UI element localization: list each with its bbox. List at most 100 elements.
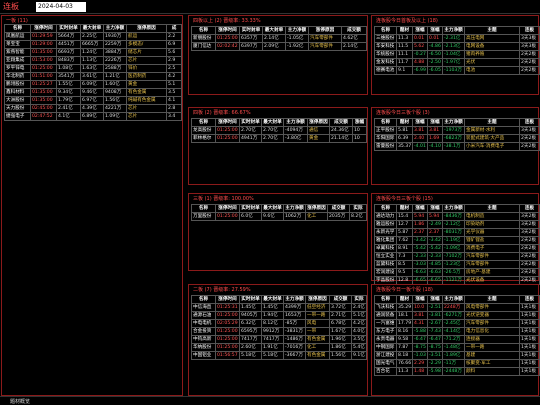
table-row[interactable]: 雅化集团 7.62 -3.42 -3.42 -1.19亿 锂矿锂盐 2天2板 [374, 236, 540, 245]
table-row[interactable]: 通润装备 18.1 3.81 -3.81 -6271万 光伏逆变器 1天1板 [374, 311, 540, 320]
column-header[interactable]: 成交额 [329, 118, 353, 127]
column-header[interactable]: 主题 [464, 118, 520, 127]
column-header[interactable]: 涨停时间 [30, 24, 57, 33]
table-row[interactable]: 国光电气 76.66 2.29 -2.29 -11万 核聚变·军工 1天1板 [374, 359, 540, 368]
table-row[interactable]: 捷强电子 02:47:52 4.1亿 6.89亿 1.09亿 芯片 3.4 [4, 112, 182, 121]
column-header[interactable]: 名称 [191, 26, 216, 35]
table-row[interactable]: 紫燕智能 01:35:00 6693万 1.24亿 3884万 储芯片 5.6 [4, 48, 182, 57]
column-header[interactable]: 涨幅 [427, 204, 443, 213]
column-header[interactable]: 题材 [396, 295, 413, 304]
table-row[interactable]: 大洲股份 01:35:00 1.79亿 6.97亿 1.56亿 纯碱有色金属 4.1 [4, 96, 182, 105]
table-row[interactable]: 宏润建设 9.5 -6.63 -6.63 -26.5万 房地产·基建 2天2板 [374, 268, 540, 277]
column-header[interactable]: 名称 [374, 204, 397, 213]
column-header[interactable]: 最大封单 [261, 295, 284, 304]
column-header[interactable]: 最大封单 [261, 204, 284, 213]
column-header[interactable]: 涨停原因 [308, 26, 342, 35]
column-header[interactable]: 涨幅 [352, 118, 367, 127]
table-row[interactable]: 金发科技 11.7 4.88 -2.50 -1.97亿 光伏 2天2板 [374, 58, 540, 67]
table-row[interactable]: 罗平锌电 01:25:00 1.08亿 1.63亿 2588万 锌价 2.5 [4, 64, 182, 73]
table-row[interactable]: 菲林格尔 01:25:00 4941万 2.70亿 -3.80亿 黄金 21.14亿 10 [191, 134, 367, 143]
table-row[interactable]: 卓翼科技 8.91 -5.42 -5.42 -1.09亿 消费电子 2天2板 [374, 244, 540, 253]
column-header[interactable]: 主力净额 [442, 204, 465, 213]
column-header[interactable]: 涨幅 [412, 295, 428, 304]
column-header[interactable]: 涨停时间 [215, 118, 240, 127]
column-header[interactable]: 主力净额 [103, 24, 127, 33]
column-header[interactable]: 名称 [374, 26, 397, 35]
table-row[interactable]: 雅运股份 12.7 1.86 -2.49 -2.12亿 印染助剂 3天2板 [374, 220, 540, 229]
table-row[interactable]: 亚翔集成 01:53:00 8483万 1.13亿 2226万 芯片 2.9 [4, 56, 182, 65]
column-header[interactable]: 连板 [519, 26, 540, 35]
table-row[interactable]: 东方电子 8.16 -5.88 -7.43 -4.14亿 电力信息化 1天1板 [374, 327, 540, 336]
column-header[interactable]: 主力净额 [283, 118, 308, 127]
column-header[interactable]: 涨停原因 [126, 24, 167, 33]
column-header[interactable]: 涨停时间 [215, 295, 240, 304]
table-row[interactable]: 华阳国际 6.39 2.40 1.69 -6823万 装配式建筑·大产品 2天2板 [374, 134, 540, 143]
column-header[interactable]: 主题 [464, 204, 520, 213]
column-header[interactable]: 题材 [396, 118, 413, 127]
table-row[interactable]: 中信海直 01:25:31 1.45亿 1.45亿 4399万 低空经济 3.72亿 2.4亿 [191, 303, 367, 312]
column-header[interactable]: 名称 [191, 118, 216, 127]
column-header[interactable]: 涨幅 [412, 204, 428, 213]
table-row[interactable]: 鑫科材料 01:35:00 9.34亿 9.46亿 9408万 有色金属 3.5 [4, 88, 182, 97]
column-header[interactable]: 主力净额 [442, 295, 465, 304]
column-header[interactable]: 主力净额 [283, 295, 306, 304]
column-header[interactable]: 连板 [519, 295, 540, 304]
column-header[interactable]: 涨幅 [427, 26, 443, 35]
table-row[interactable]: 三维股份 11.3 0.01 0.01 -2.31亿 高压电网 3天3板 [374, 34, 540, 43]
column-header[interactable]: 成交额 [341, 26, 367, 35]
column-header[interactable]: 实时封单 [239, 204, 262, 213]
column-header[interactable]: 题材 [396, 204, 413, 213]
column-header[interactable]: 最大封单 [261, 118, 284, 127]
table-row[interactable]: 通源石油 01:25:00 9405万 1.94亿 1653万 一带一路 2.71亿 5.1亿 [191, 311, 367, 320]
column-header[interactable]: 名称 [374, 295, 397, 304]
table-row[interactable]: 天力股份 02:45:00 2.41亿 4.39亿 4221万 芯片 2.8 [4, 104, 182, 113]
column-header[interactable]: 实时封单 [239, 118, 262, 127]
table-row[interactable]: 飞沃科技 35.29 10.0 -2.51 2248万 风电零部件 1天1板 [374, 303, 540, 312]
table-row[interactable]: 厦门信达 02:02:42 6397万 2.09亿 -1.92亿 汽车零部件 2.14亿 [191, 42, 367, 51]
column-header[interactable]: 主题 [464, 295, 520, 304]
column-header[interactable]: 涨停原因 [305, 295, 330, 304]
table-row[interactable]: 中钢国际 7.87 -8.75 -8.75 -1.48亿 一带一路 1天1板 [374, 343, 540, 352]
column-header[interactable]: 主力净额 [285, 26, 309, 35]
column-header[interactable]: 涨幅 [427, 295, 443, 304]
column-header[interactable]: 实时封单 [239, 295, 262, 304]
table-row[interactable]: 一汽富维 17.79 4.31 -2.67 -2.45亿 汽车零部件 1天1板 [374, 319, 540, 328]
column-header[interactable]: 最大封单 [80, 24, 104, 33]
table-row[interactable]: 鹏翎股份 01:25:27 1.55亿 6.09亿 1.60亿 黄金 5.1 [4, 80, 182, 89]
column-header[interactable]: 主力净额 [283, 204, 306, 213]
column-header[interactable]: 成 [166, 24, 182, 33]
table-row[interactable]: 华纳股份 01:25:00 2.60亿 1.91亿 -7016万 化工 1.86亿 5.4亿 [191, 343, 367, 352]
table-row[interactable]: 正平股份 5.81 3.81 3.81 -1973万 金属新材·水利 3天3板 [374, 126, 540, 135]
table-row[interactable]: 中电电机 02:05:29 6.32亿 8.12亿 -85万 风电 6.78亿 4.2亿 [191, 319, 367, 328]
column-header[interactable]: 涨幅 [412, 26, 428, 35]
table-row[interactable]: 华统股份 11.1 -0.27 -6.50 -1.04亿 猪肉养殖 2天2板 [374, 50, 540, 59]
column-header[interactable]: 最大封单 [262, 26, 286, 35]
column-header[interactable]: 主力净额 [442, 26, 465, 35]
bottom-label[interactable]: 题材概览 [10, 398, 30, 405]
column-header[interactable]: 涨停时间 [215, 26, 240, 35]
table-row[interactable]: 通达动力 15.4 5.94 5.94 -8436万 电机制造 3天2板 [374, 212, 540, 221]
date-input[interactable]: 2024-04-03 [36, 2, 86, 12]
table-row[interactable]: 中钨高新 01:25:00 7417万 7417万 -1486万 有色金属 1.96亿 3.5… [191, 335, 367, 344]
column-header[interactable]: 名称 [374, 118, 397, 127]
table-row[interactable]: 永新光学 5.87 2.37 2.37 -8031万 光学仪器 3天2板 [374, 228, 540, 237]
table-row[interactable]: 莱宝宝 01:29:00 4451万 6665万 2259万 多模态/6.9 [4, 40, 182, 49]
table-row[interactable]: 恒立实业 7.3 -2.33 -2.33 -7102万 汽车零部件 2天2板 [374, 252, 540, 261]
table-row[interactable]: 华北制药 01:51:00 3541万 3.61亿 1.21亿 医药制药 4.2 [4, 72, 182, 81]
column-header[interactable]: 名称 [191, 204, 216, 213]
table-row[interactable]: 凤凰航运 01:29:59 5664万 2.25亿 1930万 航运 2.2 [4, 32, 182, 41]
table-row[interactable]: 龙高股份 01:25:00 2.70亿 2.70亿 -4094万 通信 24.36亿 10 [191, 126, 367, 135]
column-header[interactable]: 实时封单 [239, 26, 263, 35]
column-header[interactable]: 名称 [191, 295, 216, 304]
column-header[interactable]: 主力净额 [442, 118, 465, 127]
table-row[interactable]: 浙江建投 8.18 -1.03 -3.51 -1.89亿 基建 1天1板 [374, 351, 540, 360]
column-header[interactable]: 连板 [519, 204, 540, 213]
table-row[interactable]: 华安科技 11.5 5.62 -4.86 -2.13亿 电网设备 3天3板 [374, 42, 540, 51]
column-header[interactable]: 主题 [464, 26, 520, 35]
column-header[interactable]: 成交额 [327, 204, 350, 213]
column-header[interactable]: 成交额 [329, 295, 352, 304]
column-header[interactable]: 题材 [396, 26, 413, 35]
column-header[interactable]: 实际 [351, 295, 367, 304]
column-header[interactable]: 涨停时间 [215, 204, 240, 213]
table-row[interactable]: 中国铝业 01:56:57 5.18亿 5.18亿 -3667万 有色金属 1.56亿 9.1… [191, 351, 367, 360]
